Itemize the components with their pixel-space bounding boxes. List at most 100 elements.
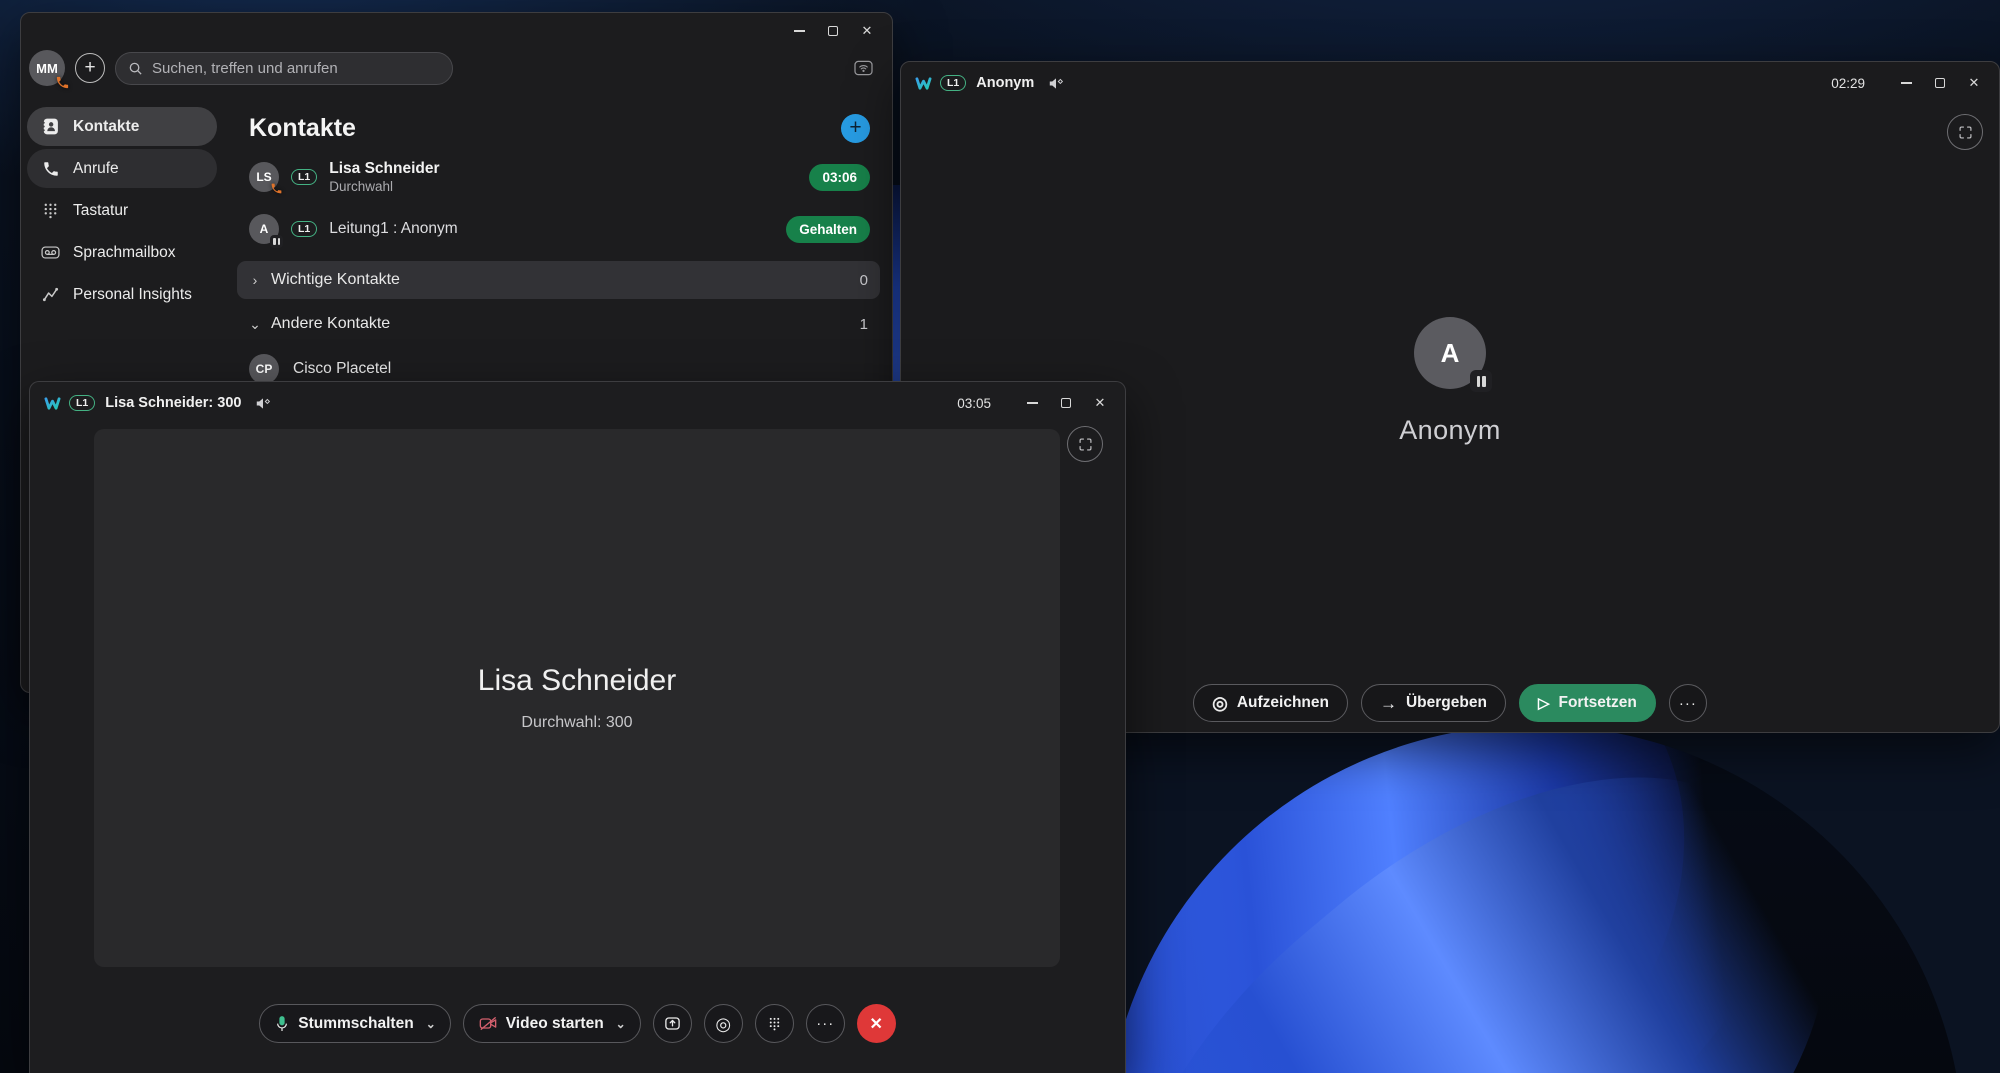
call-text: Lisa Schneider Durchwahl [329, 160, 439, 194]
close-button[interactable]: ✕ [1083, 389, 1117, 417]
insights-icon [41, 285, 60, 304]
transfer-label: Übergeben [1405, 694, 1487, 711]
maximize-button[interactable] [1049, 389, 1083, 417]
line-badge: L1 [69, 395, 96, 411]
more-options-button[interactable]: ··· [805, 1004, 845, 1043]
group-label: Andere Kontakte [271, 315, 391, 332]
sidebar-item-label: Kontakte [73, 117, 140, 135]
group-count: 1 [859, 315, 868, 333]
mute-button[interactable]: Stummschalten ⌄ [259, 1004, 451, 1043]
call-held-badge: Gehalten [786, 215, 870, 243]
sidebar-item-tastatur[interactable]: Tastatur [27, 191, 217, 230]
end-call-button[interactable]: ✕ [856, 1004, 896, 1043]
minimize-button[interactable] [782, 17, 816, 45]
call-stage: Lisa Schneider Durchwahl: 300 [94, 429, 1060, 967]
minimize-button[interactable] [1015, 389, 1049, 417]
avatar-initial: A [1440, 337, 1460, 368]
main-window-controls: ✕ [782, 17, 884, 45]
main-window-titlebar[interactable]: ✕ [21, 13, 892, 45]
sidebar-item-sprachmailbox[interactable]: Sprachmailbox [27, 233, 217, 272]
fullscreen-button[interactable] [1947, 114, 1983, 150]
group-row-andere-kontakte[interactable]: ⌄ Andere Kontakte 1 [237, 305, 880, 343]
wallpaper-bloom-flower [1040, 695, 2000, 1073]
sidebar-item-kontakte[interactable]: Kontakte [27, 107, 217, 146]
on-call-phone-icon [270, 182, 283, 195]
record-button[interactable]: ◎ [703, 1004, 743, 1043]
transfer-button[interactable]: → Übergeben [1360, 684, 1506, 722]
connect-to-device-button[interactable] [848, 55, 878, 81]
active-call-row[interactable]: LS L1 Lisa Schneider Durchwahl 03:06 [249, 151, 870, 203]
line-badge: L1 [940, 75, 967, 91]
contacts-icon [41, 117, 60, 136]
window-title: Lisa Schneider: 300 [105, 395, 242, 411]
remote-party-avatar: A [1414, 317, 1492, 392]
minimize-icon [1026, 402, 1038, 404]
group-row-wichtige-kontakte[interactable]: › Wichtige Kontakte 0 [237, 261, 880, 299]
video-off-icon [479, 1016, 497, 1031]
new-action-button[interactable]: + [75, 53, 105, 83]
call-contact-subtitle: Durchwahl [329, 179, 394, 194]
arrow-right-icon: → [1379, 693, 1397, 713]
share-screen-icon [664, 1017, 680, 1030]
resume-button[interactable]: ▷ Fortsetzen [1518, 684, 1656, 722]
search-input[interactable] [152, 59, 440, 77]
avatar-initials: CP [255, 362, 273, 376]
webex-logo-icon [915, 76, 932, 91]
call-control-bar: Stummschalten ⌄ Video starten ⌄ ◎ ··· ✕ [30, 1004, 1125, 1043]
maximize-icon [1061, 398, 1071, 408]
webex-logo-icon [44, 396, 61, 411]
more-icon: ··· [1678, 694, 1697, 712]
profile-avatar[interactable]: MM [29, 50, 69, 89]
connect-to-device-icon [853, 60, 873, 75]
search-icon [128, 61, 143, 76]
sidebar-item-anrufe[interactable]: Anrufe [27, 149, 217, 188]
window-title: Anonym [976, 75, 1035, 91]
on-call-phone-icon [55, 75, 70, 90]
chevron-down-icon: ⌄ [249, 315, 261, 332]
keypad-icon [769, 1017, 779, 1031]
call-timer: 02:29 [1831, 75, 1865, 91]
close-button[interactable]: ✕ [1957, 69, 1991, 97]
close-button[interactable]: ✕ [850, 17, 884, 45]
sidebar-item-personal-insights[interactable]: Personal Insights [27, 275, 217, 314]
speaker-icon [255, 397, 271, 410]
remote-party-name: Lisa Schneider [477, 664, 677, 697]
record-label: Aufzeichnen [1236, 694, 1329, 711]
sidebar-item-label: Tastatur [73, 201, 129, 219]
maximize-button[interactable] [816, 17, 850, 45]
window-controls: ✕ [1889, 69, 1991, 97]
sidebar-item-label: Sprachmailbox [73, 243, 176, 261]
hold-pause-icon [270, 235, 283, 248]
resume-label: Fortsetzen [1558, 694, 1637, 711]
chevron-down-icon: ⌄ [425, 1016, 436, 1031]
share-screen-button[interactable] [652, 1004, 692, 1043]
held-call-titlebar[interactable]: L1 Anonym 02:29 ✕ [901, 62, 1999, 104]
add-contact-button[interactable]: + [841, 113, 870, 143]
more-options-button[interactable]: ··· [1668, 684, 1707, 722]
hold-pause-icon [1470, 370, 1492, 392]
page-title: Kontakte [249, 113, 356, 142]
fullscreen-button[interactable] [1067, 426, 1103, 462]
microphone-icon [275, 1015, 289, 1033]
call-contact-name: Leitung1 : Anonym [329, 220, 458, 237]
keypad-icon [41, 201, 60, 220]
active-call-titlebar[interactable]: L1 Lisa Schneider: 300 03:05 ✕ [30, 382, 1125, 424]
voicemail-icon [41, 243, 60, 262]
keypad-button[interactable] [754, 1004, 794, 1043]
maximize-button[interactable] [1923, 69, 1957, 97]
group-label: Wichtige Kontakte [271, 271, 400, 288]
held-call-row[interactable]: A L1 Leitung1 : Anonym Gehalten [249, 203, 870, 255]
search-field[interactable] [115, 51, 453, 85]
record-button[interactable]: ◎ Aufzeichnen [1193, 684, 1348, 722]
contacts-header: Kontakte + [249, 105, 870, 151]
avatar: A [249, 214, 283, 248]
play-icon: ▷ [1537, 694, 1550, 712]
chevron-down-icon: ⌄ [615, 1016, 626, 1031]
fullscreen-icon [1079, 438, 1091, 450]
start-video-label: Video starten [505, 1014, 604, 1032]
mute-label: Stummschalten [298, 1014, 414, 1032]
minimize-button[interactable] [1889, 69, 1923, 97]
start-video-button[interactable]: Video starten ⌄ [462, 1004, 641, 1043]
chevron-right-icon: › [252, 272, 258, 288]
more-icon: ··· [816, 1015, 835, 1032]
